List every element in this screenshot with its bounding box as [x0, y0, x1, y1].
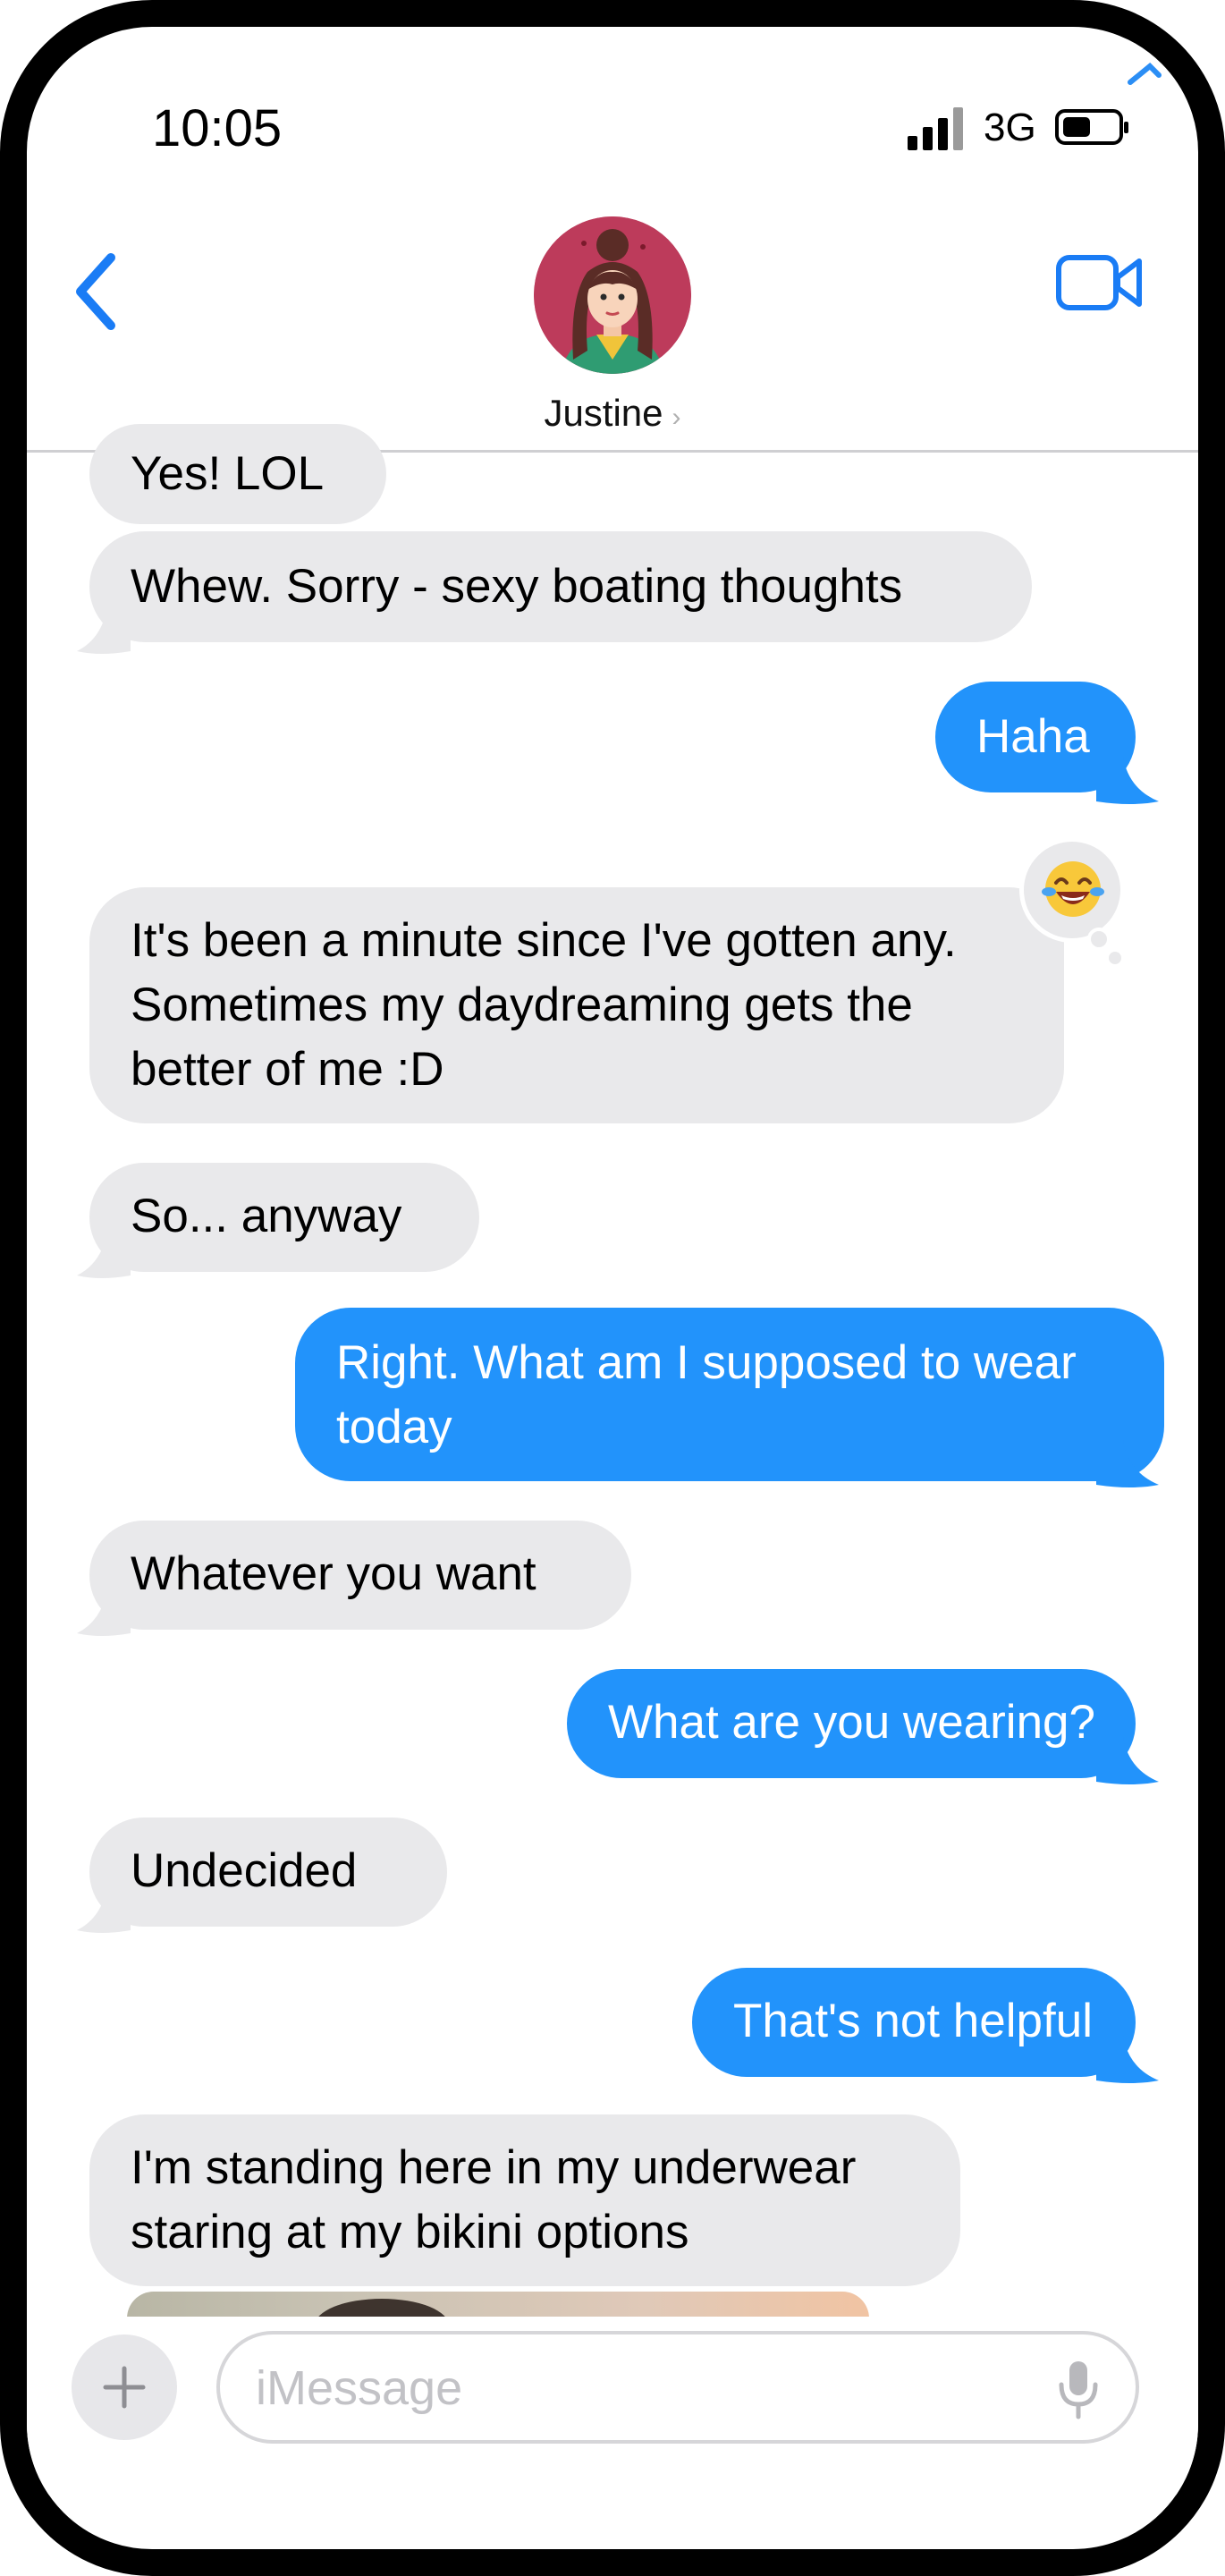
- microphone-icon[interactable]: [1056, 2358, 1101, 2420]
- message-incoming[interactable]: Whatever you want: [89, 1521, 631, 1630]
- bubble-tail: [1096, 757, 1159, 804]
- message-incoming[interactable]: Undecided: [89, 1818, 447, 1927]
- plus-button[interactable]: [72, 2334, 177, 2440]
- bubble-tail: [77, 1885, 131, 1933]
- chevron-right-icon: ›: [672, 402, 681, 432]
- phone-frame: 10:05 3G Justine › Yes! LOL Whew. Sorry …: [0, 0, 1225, 2576]
- face-with-tears-of-joy-icon: [1042, 861, 1104, 917]
- photo-attachment[interactable]: [127, 2292, 869, 2318]
- bubble-tail: [1096, 1440, 1159, 1487]
- message-incoming[interactable]: Yes! LOL: [89, 424, 386, 524]
- bubble-tail: [77, 606, 131, 654]
- bubble-tail: [77, 1589, 131, 1636]
- battery-icon: [1055, 109, 1128, 145]
- corner-indicator-icon: [1128, 63, 1162, 85]
- chevron-left-icon[interactable]: [70, 247, 123, 336]
- message-outgoing[interactable]: That's not helpful: [692, 1968, 1136, 2077]
- message-incoming[interactable]: So... anyway: [89, 1163, 479, 1272]
- signal-strength-icon: [908, 106, 970, 150]
- message-incoming[interactable]: Whew. Sorry - sexy boating thoughts: [89, 531, 1032, 642]
- bubble-tail: [1096, 1737, 1159, 1784]
- message-outgoing[interactable]: What are you wearing?: [567, 1669, 1136, 1778]
- message-outgoing[interactable]: Right. What am I supposed to wear today: [295, 1308, 1164, 1481]
- plus-icon: [103, 2366, 146, 2409]
- message-composer: [27, 2317, 1198, 2496]
- message-incoming[interactable]: I'm standing here in my underwear starin…: [89, 2114, 960, 2286]
- contact-avatar[interactable]: [534, 216, 691, 374]
- conversation-header: Justine ›: [27, 197, 1198, 453]
- message-input[interactable]: [254, 2349, 1044, 2428]
- tapback-reaction[interactable]: [1019, 837, 1125, 943]
- network-type: 3G: [984, 106, 1036, 149]
- bubble-tail: [77, 1231, 131, 1278]
- status-time: 10:05: [152, 99, 283, 157]
- bubble-tail: [1096, 2036, 1159, 2083]
- reaction-bubble-dot: [1109, 952, 1121, 964]
- message-field[interactable]: [216, 2331, 1139, 2444]
- video-camera-icon[interactable]: [1055, 250, 1145, 315]
- message-incoming[interactable]: It's been a minute since I've gotten any…: [89, 887, 1064, 1123]
- reaction-bubble-dot: [1087, 928, 1111, 951]
